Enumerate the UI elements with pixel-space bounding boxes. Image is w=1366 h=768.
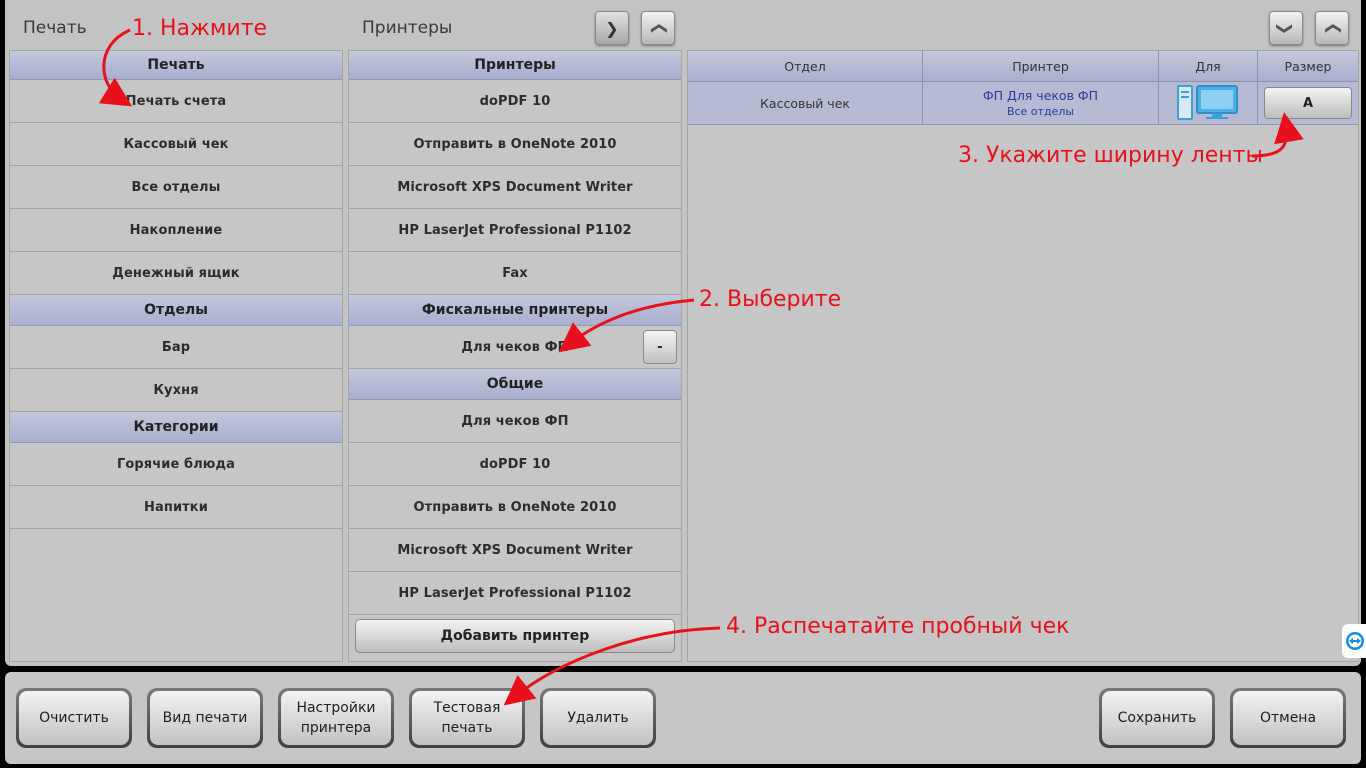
chevron-down-icon: ❯ <box>605 18 619 38</box>
printer-item[interactable]: Отправить в OneNote 2010 <box>349 123 681 166</box>
common-printer-item[interactable]: doPDF 10 <box>349 443 681 486</box>
chevron-up-icon: ❯ <box>1322 21 1342 35</box>
fiscal-printer-label: Для чеков ФП <box>461 339 569 355</box>
save-button-label: Сохранить <box>1102 691 1212 745</box>
list-item-print-bill[interactable]: Печать счета <box>10 80 342 123</box>
section-header-fiscal: Фискальные принтеры <box>349 295 681 326</box>
clear-button[interactable]: Очистить <box>16 688 132 748</box>
assignments-panel: Отдел Принтер Для Размер Кассовый чек ФП… <box>687 50 1359 662</box>
section-header-depts: Отделы <box>10 295 342 326</box>
table-row[interactable]: Кассовый чек ФП Для чеков ФП Все отделы <box>688 81 1358 125</box>
common-printer-item[interactable]: HP LaserJet Professional P1102 <box>349 572 681 615</box>
list-item-cash-drawer[interactable]: Денежный ящик <box>10 252 342 295</box>
common-printer-item[interactable]: Отправить в OneNote 2010 <box>349 486 681 529</box>
cell-printer-scope: Все отделы <box>1006 105 1075 118</box>
common-printer-item[interactable]: Microsoft XPS Document Writer <box>349 529 681 572</box>
printer-settings-button[interactable]: Настройки принтера <box>278 688 394 748</box>
test-label-line1: Тестовая <box>433 700 501 716</box>
annotation-step-2: 2. Выберите <box>699 287 842 312</box>
list-item-all-depts[interactable]: Все отделы <box>10 166 342 209</box>
scroll-down-button[interactable]: ❯ <box>595 11 629 45</box>
printer-settings-button-label: Настройки принтера <box>281 691 391 745</box>
teamviewer-tab[interactable] <box>1342 624 1366 658</box>
right-scroll-up-button[interactable]: ❯ <box>1315 11 1349 45</box>
cancel-button[interactable]: Отмена <box>1230 688 1346 748</box>
printer-item[interactable]: Fax <box>349 252 681 295</box>
right-scroll-down-button[interactable]: ❯ <box>1269 11 1303 45</box>
print-view-button-label: Вид печати <box>150 691 260 745</box>
scroll-up-button[interactable]: ❯ <box>641 11 675 45</box>
printers-panel: Принтеры doPDF 10 Отправить в OneNote 20… <box>348 50 682 662</box>
printer-item[interactable]: HP LaserJet Professional P1102 <box>349 209 681 252</box>
teamviewer-icon <box>1346 632 1364 650</box>
add-printer-button[interactable]: Добавить принтер <box>355 619 675 653</box>
printer-item[interactable]: doPDF 10 <box>349 80 681 123</box>
list-item-hot-dishes[interactable]: Горячие блюда <box>10 443 342 486</box>
test-label-line2: печать <box>441 720 493 736</box>
left-header-title: Печать <box>23 18 87 38</box>
assignments-table: Отдел Принтер Для Размер Кассовый чек ФП… <box>688 51 1358 125</box>
list-item-receipt[interactable]: Кассовый чек <box>10 123 342 166</box>
chevron-down-icon: ❯ <box>1276 21 1296 35</box>
cell-dept: Кассовый чек <box>688 81 923 125</box>
section-header-printers: Принтеры <box>349 51 681 80</box>
test-print-button-label: Тестовая печать <box>412 691 522 745</box>
delete-button-label: Удалить <box>543 691 653 745</box>
fiscal-printer-item[interactable]: Для чеков ФП - <box>349 326 681 369</box>
column-header-dept: Отдел <box>688 51 923 82</box>
column-header-for: Для <box>1158 51 1258 82</box>
save-button[interactable]: Сохранить <box>1099 688 1215 748</box>
cell-for[interactable] <box>1158 81 1258 125</box>
section-header-common: Общие <box>349 369 681 400</box>
test-print-button[interactable]: Тестовая печать <box>409 688 525 748</box>
clear-button-label: Очистить <box>19 691 129 745</box>
bottom-toolbar: Очистить Вид печати Настройки принтера Те… <box>5 672 1361 764</box>
list-item-accumulation[interactable]: Накопление <box>10 209 342 252</box>
cancel-button-label: Отмена <box>1233 691 1343 745</box>
tape-width-button[interactable]: A <box>1264 87 1352 119</box>
section-header-categories: Категории <box>10 412 342 443</box>
list-item-bar[interactable]: Бар <box>10 326 342 369</box>
annotation-step-3: 3. Укажите ширину ленты <box>958 143 1263 168</box>
annotation-step-4: 4. Распечатайте пробный чек <box>726 614 1070 639</box>
delete-button[interactable]: Удалить <box>540 688 656 748</box>
annotation-step-1: 1. Нажмите <box>132 16 268 41</box>
settings-label-line1: Настройки <box>296 700 376 716</box>
column-header-printer: Принтер <box>922 51 1159 82</box>
cell-printer: ФП Для чеков ФП Все отделы <box>922 81 1159 125</box>
column-header-size: Размер <box>1257 51 1358 82</box>
settings-label-line2: принтера <box>300 720 372 736</box>
section-header-print: Печать <box>10 51 342 80</box>
list-item-kitchen[interactable]: Кухня <box>10 369 342 412</box>
print-view-button[interactable]: Вид печати <box>147 688 263 748</box>
common-printer-item[interactable]: Для чеков ФП <box>349 400 681 443</box>
print-types-panel: Печать Печать счета Кассовый чек Все отд… <box>9 50 343 662</box>
list-item-drinks[interactable]: Напитки <box>10 486 342 529</box>
monitor-icon <box>1177 84 1238 120</box>
cell-printer-name: ФП Для чеков ФП <box>982 88 1099 103</box>
chevron-up-icon: ❯ <box>648 21 668 35</box>
cell-size: A <box>1257 81 1358 125</box>
remove-printer-button[interactable]: - <box>643 330 677 364</box>
printer-item[interactable]: Microsoft XPS Document Writer <box>349 166 681 209</box>
app-window: Печать Принтеры ❯ ❯ ❯ ❯ Печать Печать сч… <box>5 0 1361 666</box>
mid-header-title: Принтеры <box>362 18 453 38</box>
